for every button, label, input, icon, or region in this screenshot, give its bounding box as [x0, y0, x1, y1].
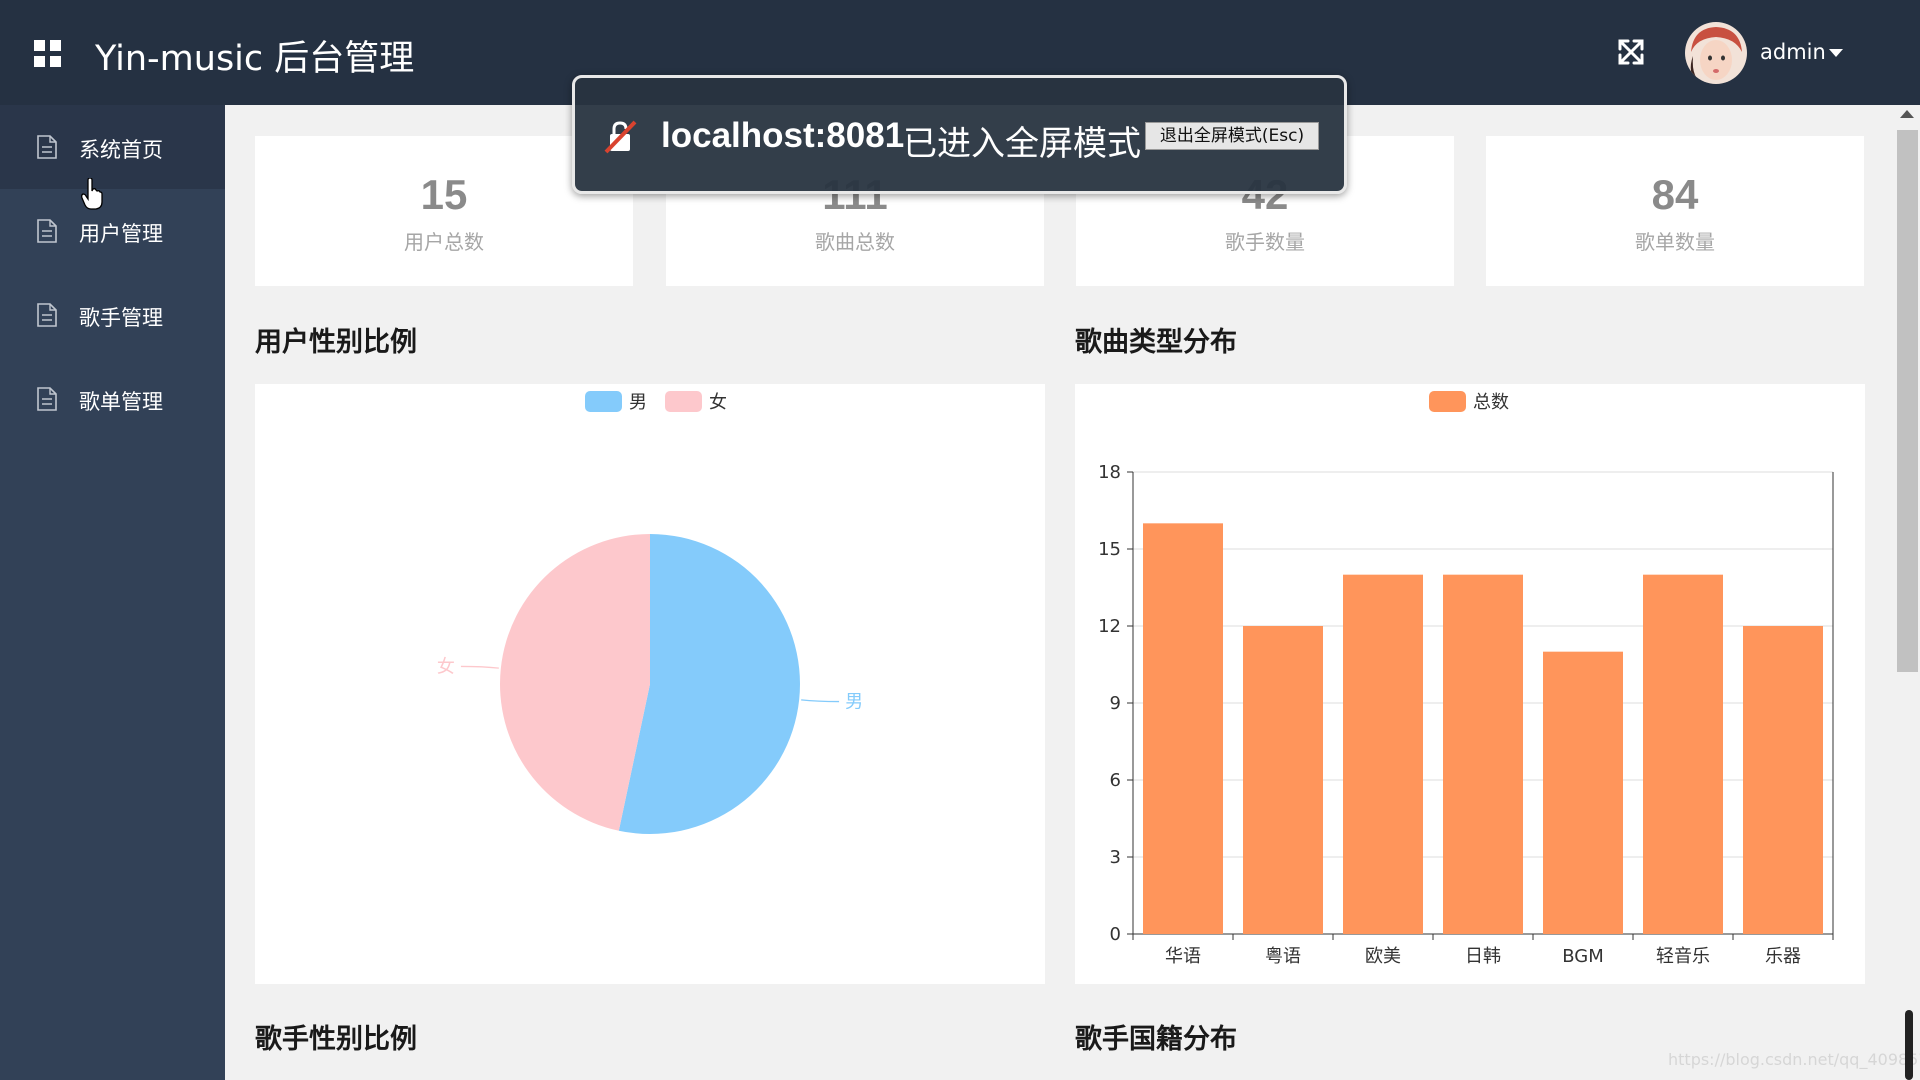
sidebar-item-label: 歌单管理 [79, 390, 163, 414]
sidebar: 系统首页 用户管理 歌手管理 歌单管理 [0, 105, 225, 1080]
stat-value: 84 [1651, 171, 1699, 218]
stat-label: 歌手数量 [1225, 230, 1305, 254]
bar [1643, 574, 1723, 934]
legend-label: 女 [709, 392, 727, 413]
legend-label: 男 [629, 392, 647, 413]
bar [1743, 626, 1823, 934]
y-tick-label: 0 [1110, 924, 1121, 945]
user-dropdown-caret-icon[interactable] [1829, 49, 1843, 57]
x-tick-label: 轻音乐 [1656, 946, 1710, 967]
sidebar-item-playlists[interactable]: 歌单管理 [0, 357, 225, 441]
toast-message: 已进入全屏模式 [903, 124, 1141, 164]
song-type-chart-panel: 总数 0 3 6 9 12 15 18 华语 粤语 欧美 日韩 BGM 轻音乐 乐器 [1075, 384, 1865, 984]
x-tick-label: 华语 [1165, 946, 1201, 967]
x-tick-label: 日韩 [1465, 946, 1501, 967]
section-title-song-type: 歌曲类型分布 [1075, 327, 1237, 358]
exit-fullscreen-button[interactable]: 退出全屏模式(Esc) [1145, 122, 1319, 150]
x-tick-label: 粤语 [1265, 946, 1301, 967]
pie-slice [499, 534, 650, 831]
bar [1543, 651, 1623, 934]
section-title-user-gender: 用户性别比例 [255, 327, 417, 358]
sidebar-item-singers[interactable]: 歌手管理 [0, 273, 225, 357]
fullscreen-icon[interactable] [1617, 38, 1645, 66]
section-title-singer-nationality: 歌手国籍分布 [1075, 1024, 1237, 1055]
fullscreen-notification: localhost:8081 已进入全屏模式 退出全屏模式(Esc) [572, 75, 1347, 194]
bar [1143, 523, 1223, 934]
section-title-singer-gender: 歌手性别比例 [255, 1024, 417, 1055]
scroll-indicator [1905, 1010, 1913, 1080]
app-title: Yin-music 后台管理 [95, 39, 415, 79]
document-icon [37, 219, 57, 243]
watermark: https://blog.csdn.net/qq_40985788 [1668, 1050, 1920, 1069]
fullscreen-lock-icon [604, 120, 637, 154]
document-icon [37, 135, 57, 159]
stat-label: 歌单数量 [1635, 230, 1715, 254]
main-content: 15 用户总数 111 歌曲总数 42 歌手数量 84 歌单数量 用户性别比例 … [225, 105, 1895, 1080]
stat-label: 歌曲总数 [815, 230, 895, 254]
bar [1243, 626, 1323, 934]
document-icon [37, 387, 57, 411]
y-tick-label: 9 [1110, 693, 1121, 714]
pie-label-line [460, 665, 499, 669]
sidebar-item-label: 歌手管理 [79, 306, 163, 330]
stat-card-playlists: 84 歌单数量 [1486, 136, 1864, 286]
scrollbar-thumb[interactable] [1897, 130, 1918, 672]
user-gender-chart-panel: 男女男女 [255, 384, 1045, 984]
bar [1443, 574, 1523, 934]
grid-menu-icon[interactable] [34, 40, 62, 68]
y-tick-label: 15 [1098, 539, 1121, 560]
x-tick-label: 欧美 [1365, 946, 1401, 967]
legend-label: 总数 [1473, 392, 1509, 413]
user-gender-pie-chart: 男女男女 [437, 391, 863, 834]
pie-label: 女 [437, 656, 455, 677]
legend-swatch [1429, 391, 1466, 412]
legend-swatch [585, 391, 622, 412]
y-tick-label: 18 [1098, 462, 1121, 483]
document-icon [37, 303, 57, 327]
y-tick-label: 12 [1098, 616, 1121, 637]
x-tick-label: 乐器 [1765, 946, 1801, 967]
pie-label-line [801, 699, 840, 703]
sidebar-item-users[interactable]: 用户管理 [0, 189, 225, 273]
sidebar-item-label: 系统首页 [79, 138, 163, 162]
pie-label: 男 [845, 692, 863, 713]
toast-host: localhost:8081 [661, 116, 905, 155]
stat-label: 用户总数 [404, 230, 484, 254]
x-tick-label: BGM [1562, 946, 1604, 967]
y-tick-label: 6 [1110, 770, 1121, 791]
bar [1343, 574, 1423, 934]
sidebar-item-home[interactable]: 系统首页 [0, 105, 225, 189]
sidebar-item-label: 用户管理 [79, 222, 163, 246]
user-name[interactable]: admin [1760, 40, 1826, 64]
song-type-bar-chart: 总数 0 3 6 9 12 15 18 华语 粤语 欧美 日韩 BGM 轻音乐 乐器 [1098, 391, 1834, 967]
y-tick-label: 3 [1110, 847, 1121, 868]
legend-swatch [665, 391, 702, 412]
hand-cursor-icon [81, 178, 103, 210]
scroll-up-arrow-icon[interactable] [1900, 110, 1914, 118]
avatar[interactable] [1685, 22, 1747, 84]
